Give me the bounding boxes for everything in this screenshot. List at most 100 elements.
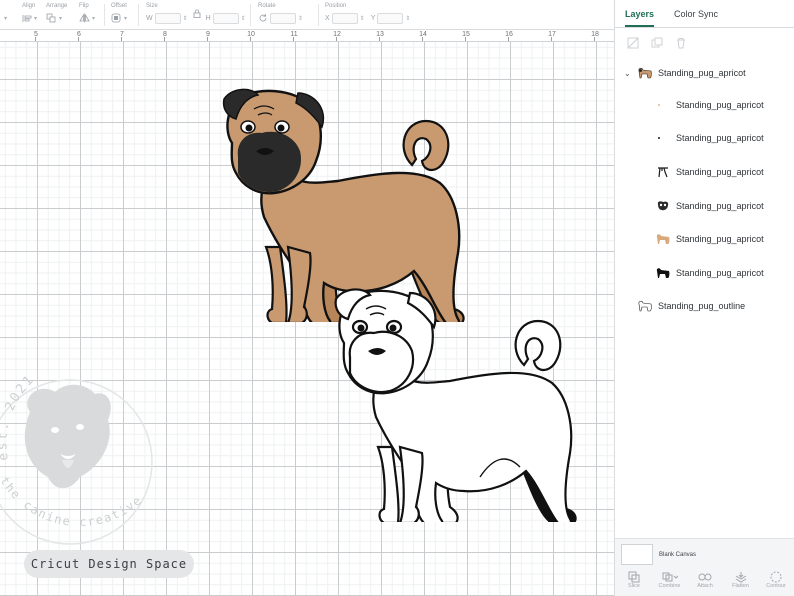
layer-row[interactable]: Standing_pug_apricot [615, 88, 794, 122]
flatten-icon [735, 572, 746, 583]
ruler-tick-label: 14 [419, 31, 427, 38]
arrange-icon [46, 13, 56, 23]
layer-name: Standing_pug_apricot [676, 200, 764, 211]
flatten-label: Flatten [732, 583, 749, 589]
blank-canvas-label: Blank Canvas [659, 551, 697, 558]
width-input[interactable] [154, 12, 181, 24]
flip-control[interactable]: Flip ▾ [79, 3, 95, 25]
layer-thumbnail [655, 131, 671, 145]
ruler-tick-mark [379, 37, 380, 41]
horizontal-ruler: 5 6 7 8 9 10 11 12 13 14 15 16 17 18 [0, 30, 614, 42]
stepper-icon[interactable]: ⇕ [405, 15, 410, 22]
ruler-tick-mark [250, 37, 251, 41]
stepper-icon[interactable]: ⇕ [360, 15, 365, 22]
layer-group-row[interactable]: ⌄ Standing_pug_apricot [615, 58, 794, 88]
layer-row[interactable]: Standing_pug_apricot [615, 222, 794, 256]
ruler-tick-mark [78, 37, 79, 41]
stepper-icon[interactable]: ⇕ [183, 15, 188, 22]
arrange-control[interactable]: Arrange ▾ [46, 3, 67, 25]
ruler-tick-label: 17 [548, 31, 556, 38]
y-input[interactable] [377, 12, 404, 24]
combine-button[interactable]: Combine [655, 571, 685, 589]
edit-toolbar: ▾ Align ▾ Arrange ▾ Flip ▾ Offset ▾ Size [0, 0, 614, 30]
layer-thumbnail [655, 199, 671, 213]
layer-row-outline[interactable]: Standing_pug_outline [615, 290, 794, 324]
offset-control[interactable]: Offset ▾ [111, 3, 127, 25]
flatten-button[interactable]: Flatten [726, 571, 756, 589]
rotate-icon [259, 14, 267, 22]
chevron-down-icon[interactable]: ⌄ [624, 69, 631, 78]
align-control[interactable]: Align ▾ [22, 3, 37, 25]
x-label: X [325, 14, 330, 22]
position-label: Position [325, 3, 347, 9]
design-canvas[interactable]: est. 2021 the canine creative [0, 42, 614, 596]
panel-footer: Blank Canvas Slice Combine Attach Flatte… [615, 538, 794, 596]
blank-canvas-swatch[interactable] [621, 544, 653, 565]
slice-icon [628, 571, 640, 583]
delete-icon[interactable] [675, 37, 687, 49]
ruler-tick-mark [594, 37, 595, 41]
height-input[interactable] [212, 12, 239, 24]
ruler-tick-label: 12 [333, 31, 341, 38]
offset-label: Offset [111, 3, 127, 9]
ruler-tick-label: 11 [290, 31, 298, 38]
stepper-icon[interactable]: ⇕ [241, 15, 246, 22]
ruler-tick-mark [164, 37, 165, 41]
layer-thumbnail [637, 299, 653, 313]
canine-creative-watermark: est. 2021 the canine creative [0, 372, 153, 545]
combine-label: Combine [658, 583, 681, 589]
layers-panel: Layers Color Sync ⌄ Standing_pug_apricot… [614, 0, 794, 596]
duplicate-icon[interactable] [651, 37, 663, 49]
ruler-tick-label: 15 [462, 31, 470, 38]
ruler-tick-label: 13 [376, 31, 384, 38]
pug-outline-artwork[interactable] [330, 287, 600, 522]
slice-label: Slice [628, 583, 640, 589]
layer-thumbnail [655, 232, 671, 246]
layer-bottom-actions: Slice Combine Attach Flatten Contour [619, 571, 791, 589]
size-control: Size W ⇕ H ⇕ [146, 3, 246, 25]
flip-label: Flip [79, 3, 89, 9]
attach-icon [698, 573, 712, 581]
rotate-control: Rotate ⇕ [258, 3, 303, 25]
layer-row[interactable]: Standing_pug_apricot [615, 256, 794, 290]
layer-row[interactable]: Standing_pug_apricot [615, 155, 794, 189]
ruler-tick-mark [336, 37, 337, 41]
blank-canvas-row[interactable]: Blank Canvas [621, 544, 696, 565]
ruler-tick-label: 16 [505, 31, 513, 38]
rotate-label: Rotate [258, 3, 276, 9]
layer-row[interactable]: Standing_pug_apricot [615, 122, 794, 156]
width-label: W [146, 14, 153, 22]
ruler-tick-label: 18 [591, 31, 599, 38]
chevron-down-icon[interactable]: ▾ [4, 15, 7, 22]
layer-name: Standing_pug_apricot [676, 234, 764, 245]
arrange-label: Arrange [46, 3, 68, 9]
combine-icon [662, 572, 678, 582]
slice-button[interactable]: Slice [619, 571, 649, 589]
align-label: Align [22, 3, 36, 9]
stepper-icon[interactable]: ⇕ [298, 15, 303, 22]
layer-thumbnail [655, 165, 671, 179]
lock-icon[interactable] [193, 9, 201, 18]
ruler-tick-mark [465, 37, 466, 41]
panel-tabs: Layers Color Sync [615, 0, 794, 28]
ruler-tick-mark [293, 37, 294, 41]
chevron-down-icon: ▾ [59, 15, 63, 22]
tab-layers[interactable]: Layers [625, 9, 655, 27]
tab-color-sync[interactable]: Color Sync [674, 9, 718, 27]
chevron-down-icon: ▾ [34, 15, 38, 22]
layer-name: Standing_pug_apricot [676, 133, 764, 144]
layer-row[interactable]: Standing_pug_apricot [615, 189, 794, 223]
attach-button[interactable]: Attach [690, 571, 720, 589]
contour-icon [770, 571, 782, 583]
rotate-input[interactable] [270, 12, 296, 24]
contour-button[interactable]: Contour [761, 571, 791, 589]
ruler-tick-mark [508, 37, 509, 41]
layer-children: Standing_pug_apricot Standing_pug_apricot… [615, 88, 794, 290]
x-input[interactable] [331, 12, 358, 24]
chevron-down-icon: ▾ [124, 15, 128, 22]
ruler-tick-mark [121, 37, 122, 41]
toolbar-divider [138, 4, 139, 26]
toolbar-divider [104, 4, 105, 26]
group-icon[interactable] [627, 37, 639, 49]
layer-name: Standing_pug_apricot [676, 267, 764, 278]
